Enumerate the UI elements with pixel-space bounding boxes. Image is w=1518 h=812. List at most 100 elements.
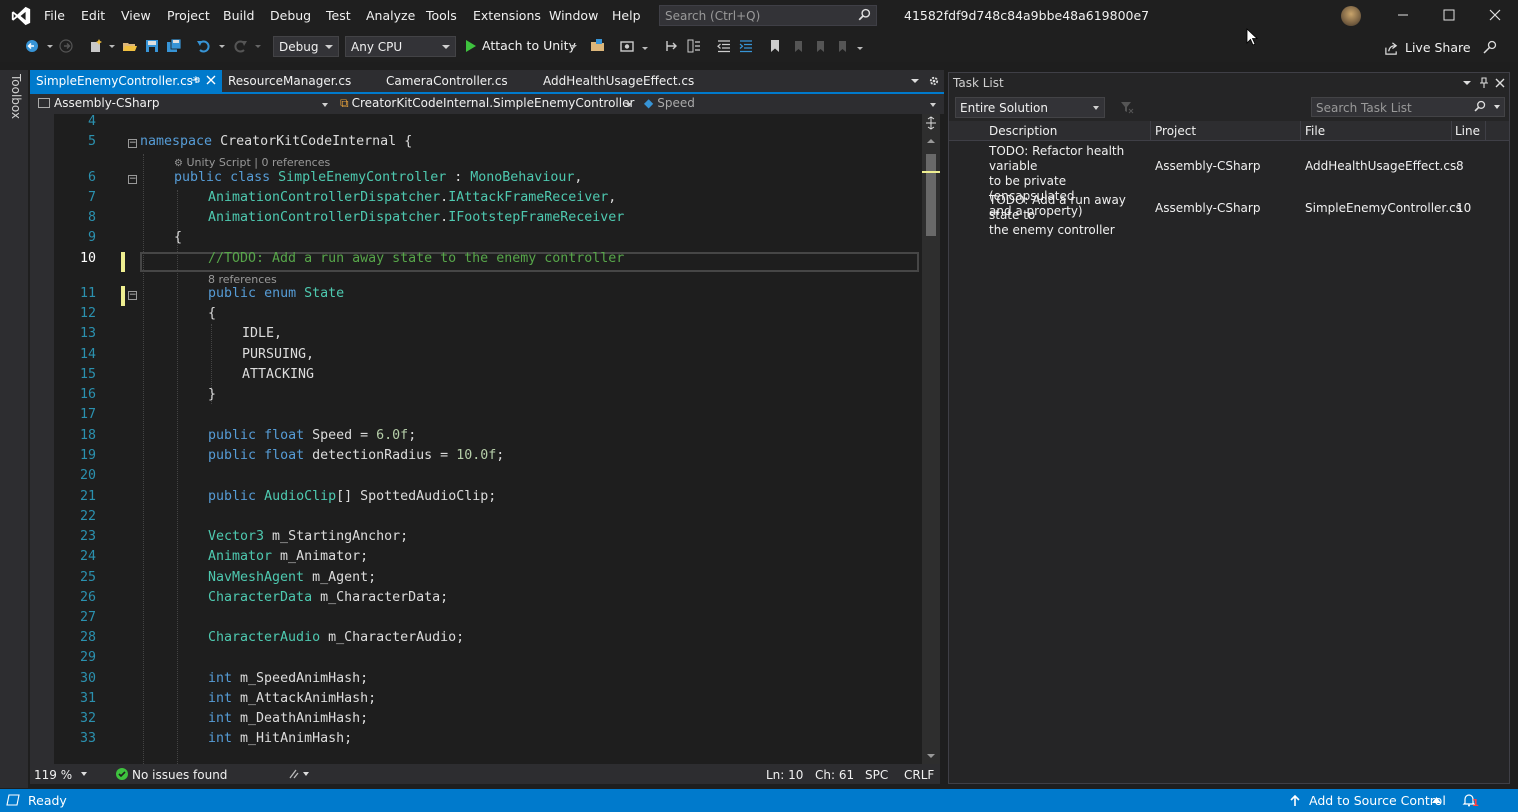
bookmark-icon[interactable]: [767, 38, 783, 54]
open-file-icon[interactable]: [122, 38, 138, 54]
code-cleanup-icon[interactable]: [288, 768, 312, 780]
outdent-icon[interactable]: [716, 38, 732, 54]
member-dropdown[interactable]: ◆ Speed: [640, 96, 940, 113]
menu-view[interactable]: View: [121, 8, 151, 23]
screenshot-icon[interactable]: [619, 38, 635, 54]
cursor-column[interactable]: Ch: 61: [815, 768, 854, 782]
save-all-icon[interactable]: [166, 38, 182, 54]
maximize-icon[interactable]: [1442, 8, 1456, 22]
menu-test[interactable]: Test: [326, 8, 351, 23]
column-header-description[interactable]: Description: [989, 124, 1057, 138]
chevron-down-icon[interactable]: [42, 38, 58, 54]
save-icon[interactable]: [144, 38, 160, 54]
search-input[interactable]: Search (Ctrl+Q): [659, 5, 877, 26]
scroll-down-icon[interactable]: [926, 752, 936, 760]
project-dropdown[interactable]: Assembly-CSharp: [34, 96, 332, 113]
menu-project[interactable]: Project: [167, 8, 210, 23]
attach-to-unity-button[interactable]: Attach to Unity: [464, 38, 576, 56]
toolbox-tab[interactable]: Toolbox: [9, 74, 23, 119]
column-divider[interactable]: [1451, 121, 1452, 141]
line-number: 7: [87, 190, 96, 205]
chevron-down-icon[interactable]: [637, 38, 653, 54]
menu-analyze[interactable]: Analyze: [366, 8, 415, 23]
show-threads-icon[interactable]: [686, 38, 702, 54]
project-icon: [38, 98, 50, 108]
feedback-icon[interactable]: [1482, 39, 1498, 55]
task-list-search-input[interactable]: Search Task List: [1311, 97, 1505, 117]
close-icon[interactable]: [1488, 8, 1502, 22]
chevron-down-icon[interactable]: [566, 38, 582, 54]
menu-file[interactable]: File: [44, 8, 65, 23]
chevron-down-icon[interactable]: [852, 38, 868, 54]
editor-scrollbar-thumb[interactable]: [926, 154, 936, 236]
solution-platform-select[interactable]: Any CPU: [345, 36, 456, 57]
previous-bookmark-icon[interactable]: [790, 38, 806, 54]
redo-icon[interactable]: [232, 38, 248, 54]
line-number: 18: [79, 428, 96, 443]
indent-icon[interactable]: [738, 38, 754, 54]
chevron-down-icon[interactable]: [1493, 103, 1501, 111]
column-header-file[interactable]: File: [1305, 124, 1325, 138]
zoom-level[interactable]: 119 %: [34, 768, 72, 782]
navigate-back-icon[interactable]: [24, 38, 40, 54]
menu-edit[interactable]: Edit: [81, 8, 105, 23]
tab-addhealthusageeffect[interactable]: AddHealthUsageEffect.cs: [537, 70, 707, 92]
split-window-icon[interactable]: [925, 116, 937, 130]
column-divider[interactable]: [1150, 121, 1151, 141]
avatar[interactable]: [1341, 6, 1361, 26]
solution-configuration-select[interactable]: Debug: [273, 36, 339, 57]
task-file: SimpleEnemyController.cs: [1305, 201, 1462, 215]
visual-studio-logo-icon[interactable]: [10, 5, 32, 27]
tab-list-dropdown-icon[interactable]: [910, 76, 920, 86]
browse-folder-icon[interactable]: [590, 38, 606, 54]
next-bookmark-icon[interactable]: [812, 38, 828, 54]
type-dropdown[interactable]: ⧉ CreatorKitCodeInternal.SimpleEnemyContr…: [336, 96, 636, 113]
step-into-icon[interactable]: [664, 38, 680, 54]
column-header-line[interactable]: Line: [1455, 124, 1480, 138]
chevron-down-icon[interactable]: [214, 38, 230, 54]
status-ready: Ready: [28, 793, 67, 808]
chevron-down-icon[interactable]: [250, 38, 266, 54]
undo-icon[interactable]: [196, 38, 212, 54]
line-number: 15: [79, 367, 96, 382]
code-lens-references[interactable]: 8 references: [208, 273, 277, 286]
issues-status[interactable]: No issues found: [132, 768, 227, 782]
column-divider[interactable]: [1300, 121, 1301, 141]
column-divider[interactable]: [1485, 121, 1486, 141]
menu-extensions[interactable]: Extensions: [473, 8, 541, 23]
clear-bookmarks-icon[interactable]: [834, 38, 850, 54]
chevron-down-icon[interactable]: [104, 38, 120, 54]
whitespace-mode[interactable]: SPC: [865, 768, 888, 782]
new-project-icon[interactable]: [88, 38, 104, 54]
code-lens-references[interactable]: ⚙ Unity Script | 0 references: [174, 156, 330, 169]
menu-debug[interactable]: Debug: [270, 8, 311, 23]
cursor-line[interactable]: Ln: 10: [766, 768, 803, 782]
tab-simpleenemycontroller[interactable]: SimpleEnemyController.cs*: [30, 70, 222, 92]
window-position-dropdown-icon[interactable]: [1462, 78, 1472, 88]
add-to-source-control-button[interactable]: Add to Source Control: [1309, 793, 1446, 808]
menu-tools[interactable]: Tools: [426, 8, 457, 23]
minimize-icon[interactable]: [1396, 8, 1410, 22]
type-dropdown-value: CreatorKitCodeInternal.SimpleEnemyContro…: [351, 96, 635, 110]
line-ending[interactable]: CRLF: [904, 768, 934, 782]
close-icon[interactable]: [206, 75, 216, 85]
chevron-down-icon[interactable]: [80, 770, 88, 778]
navigate-forward-icon[interactable]: [58, 38, 74, 54]
menu-help[interactable]: Help: [612, 8, 641, 23]
tab-cameracontroller[interactable]: CameraController.cs: [380, 70, 530, 92]
column-header-project[interactable]: Project: [1155, 124, 1196, 138]
filter-clear-icon[interactable]: [1120, 100, 1134, 114]
menu-window[interactable]: Window: [549, 8, 598, 23]
collapse-region-toggle[interactable]: −: [128, 139, 137, 148]
scroll-up-icon[interactable]: [926, 137, 936, 145]
collapse-region-toggle[interactable]: −: [128, 175, 137, 184]
pin-icon[interactable]: [190, 75, 200, 85]
line-number: 11: [79, 286, 96, 301]
task-list-scope-select[interactable]: Entire Solution: [955, 97, 1105, 118]
close-icon[interactable]: [1495, 78, 1505, 88]
gear-icon[interactable]: [928, 75, 940, 87]
collapse-region-toggle[interactable]: −: [128, 291, 137, 300]
menu-build[interactable]: Build: [223, 8, 254, 23]
pin-icon[interactable]: [1478, 77, 1490, 89]
tab-resourcemanager[interactable]: ResourceManager.cs: [222, 70, 372, 92]
